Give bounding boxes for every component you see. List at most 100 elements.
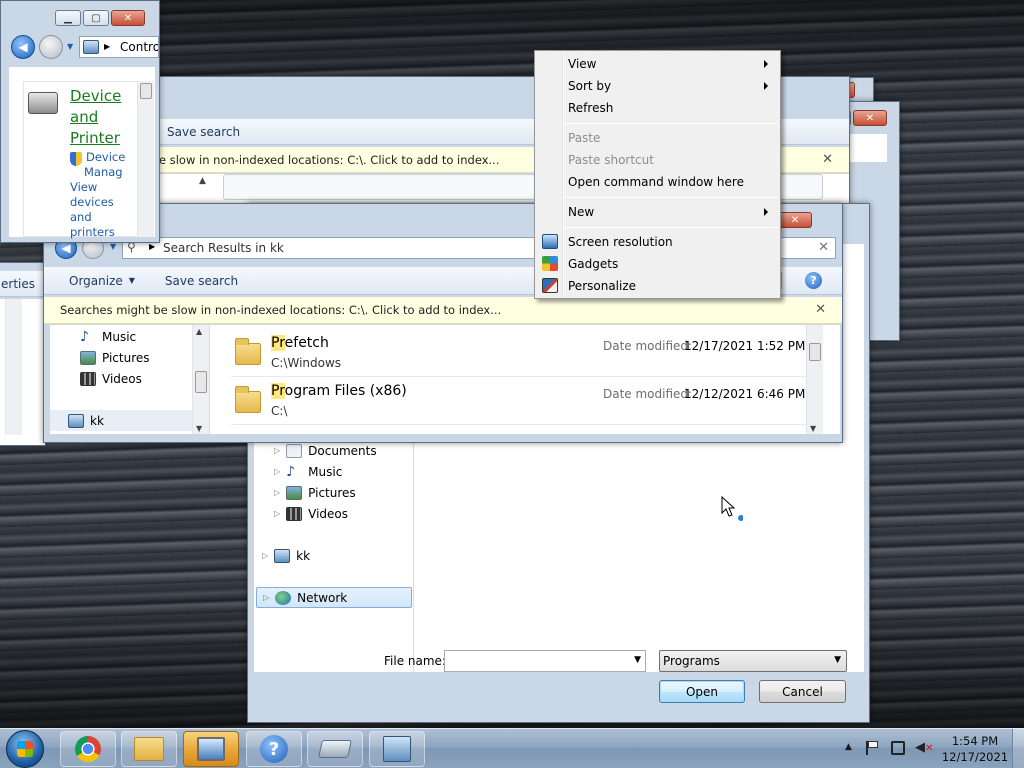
clear-search-icon[interactable]: ✕ (818, 240, 829, 255)
documents-icon (286, 443, 303, 458)
clock[interactable]: 1:54 PM 12/17/2021 (940, 733, 1010, 765)
device-manager-link[interactable]: Device Manag (84, 150, 125, 180)
desktop-context-menu[interactable]: View Sort by Refresh Paste Paste shortcu… (534, 50, 781, 299)
result-item[interactable]: Program Files (x86) C:\ Date modified: 1… (231, 381, 811, 425)
nav-item-pictures[interactable]: ▷ Pictures (274, 482, 356, 503)
scrollbar[interactable] (137, 81, 154, 237)
nav-item-pictures[interactable]: Pictures (80, 347, 150, 368)
results-list[interactable]: Prefetch C:\Windows Date modified: 12/17… (211, 325, 823, 434)
submenu-arrow-icon (764, 60, 768, 68)
close-button[interactable]: ✕ (111, 10, 145, 26)
menu-item-screen-resolution[interactable]: Screen resolution (537, 231, 778, 253)
network-icon (275, 590, 292, 605)
result-name: Prefetch (271, 335, 329, 351)
scroll-up-arrow[interactable]: ▲ (199, 176, 219, 196)
open-button[interactable]: Open (659, 680, 745, 703)
menu-item-paste-shortcut[interactable]: Paste shortcut (537, 149, 778, 171)
infobar-text[interactable]: e slow in non-indexed locations: C:\. Cl… (159, 153, 500, 167)
nav-item-videos[interactable]: Videos (80, 368, 142, 389)
help-icon: ? (260, 735, 288, 763)
result-date: 12/12/2021 6:46 PM (684, 387, 806, 401)
menu-item-sort-by[interactable]: Sort by (537, 75, 778, 97)
menu-separator (565, 123, 778, 124)
save-search-button[interactable]: Save search (165, 274, 238, 288)
nav-item-videos[interactable]: ▷ Videos (274, 503, 348, 524)
menu-item-paste[interactable]: Paste (537, 127, 778, 149)
close-icon[interactable]: ✕ (815, 302, 826, 317)
nav-pane[interactable]: ♪ Music Pictures Videos kk ▲ ▼ (50, 325, 210, 434)
maximize-button[interactable]: ▢ (83, 10, 109, 26)
recent-pages-chevron[interactable]: ▼ (110, 242, 116, 251)
view-devices-link[interactable]: View devices and printers (70, 180, 115, 240)
result-name: Program Files (x86) (271, 383, 407, 399)
menu-item-new[interactable]: New (537, 201, 778, 223)
left-partial-window[interactable]: erties (0, 262, 46, 446)
submenu-arrow-icon (764, 208, 768, 216)
folder-icon (235, 338, 261, 365)
results-scrollbar[interactable]: ▼ (806, 325, 823, 434)
scrollbar[interactable] (5, 299, 22, 435)
device-printers-link[interactable]: Device and Printer (70, 86, 140, 149)
action-center-flag-icon[interactable] (866, 741, 880, 755)
taskbar-help[interactable]: ? (246, 731, 302, 767)
device-item[interactable]: Device and Printer Device Manag View dev… (23, 81, 141, 240)
window-pane (847, 134, 887, 162)
nav-item-computer[interactable]: ▷ kk (262, 545, 310, 566)
power-icon[interactable] (891, 741, 905, 755)
minimize-button[interactable]: ▁ (55, 10, 81, 26)
breadcrumb[interactable]: Contro (120, 40, 158, 54)
cancel-button[interactable]: Cancel (759, 680, 846, 703)
close-icon[interactable]: ✕ (822, 152, 833, 167)
file-name-input[interactable]: ▼ (444, 650, 646, 672)
start-button[interactable] (6, 730, 44, 768)
computer-icon (274, 548, 291, 563)
control-panel-window[interactable]: ▁ ▢ ✕ ◀ ▼ ▶ Contro Device and Printer De… (0, 0, 160, 243)
nav-item-music[interactable]: ▷ ♪ Music (274, 461, 342, 482)
window-pane (0, 299, 45, 445)
show-desktop-button[interactable] (1012, 729, 1024, 768)
taskbar-chrome[interactable] (60, 731, 116, 767)
menu-item-open-command-window[interactable]: Open command window here (537, 171, 778, 193)
properties-button[interactable]: erties (1, 277, 35, 291)
personalize-icon (542, 278, 558, 293)
nav-item-network[interactable]: ▷ Network (256, 587, 412, 608)
windows-logo-icon (17, 741, 33, 757)
submenu-arrow-icon (764, 82, 768, 90)
infobar-text[interactable]: Searches might be slow in non-indexed lo… (60, 303, 501, 317)
show-hidden-icons-button[interactable]: ▲ (845, 742, 852, 752)
recent-pages-chevron[interactable]: ▼ (67, 42, 73, 51)
menu-separator (565, 197, 778, 198)
taskbar-control-panel[interactable] (369, 731, 425, 767)
menu-item-gadgets[interactable]: Gadgets (537, 253, 778, 275)
control-panel-content: Device and Printer Device Manag View dev… (9, 67, 155, 240)
taskbar-explorer[interactable] (121, 731, 177, 767)
forward-button[interactable] (39, 35, 63, 59)
file-type-select[interactable]: Programs ▼ (659, 650, 847, 672)
pictures-icon (286, 485, 303, 500)
result-item[interactable]: Prefetch C:\Windows Date modified: 12/17… (231, 333, 811, 377)
organize-button[interactable]: Organize ▼ (69, 274, 135, 288)
explorer-content: ♪ Music Pictures Videos kk ▲ ▼ Prefetch … (50, 325, 840, 434)
nav-item-computer[interactable]: kk (50, 410, 192, 431)
taskbar-removable-drive[interactable] (307, 731, 363, 767)
help-icon[interactable]: ? (805, 272, 822, 289)
chevron-down-icon[interactable]: ▼ (634, 655, 641, 665)
volume-muted-icon[interactable]: ◀✕ (915, 740, 933, 755)
taskbar[interactable]: ? ▲ ◀✕ 1:54 PM 12/17/2021 (0, 728, 1024, 768)
videos-icon (286, 506, 303, 521)
music-icon: ♪ (80, 328, 89, 345)
menu-item-view[interactable]: View (537, 53, 778, 75)
breadcrumb[interactable]: Search Results in kk (163, 241, 284, 255)
nav-scrollbar[interactable]: ▲ ▼ (192, 325, 209, 434)
close-button[interactable]: ✕ (778, 212, 812, 228)
nav-item-documents[interactable]: ▷ Documents (274, 440, 377, 461)
taskbar-remote-desktop[interactable] (183, 731, 239, 767)
save-search-button[interactable]: Save search (167, 125, 240, 139)
close-button[interactable]: ✕ (853, 110, 887, 126)
nav-item-music[interactable]: ♪ Music (80, 326, 136, 347)
menu-item-refresh[interactable]: Refresh (537, 97, 778, 119)
back-button[interactable]: ◀ (11, 35, 35, 59)
address-bar[interactable]: ▶ Contro (79, 36, 159, 58)
menu-item-personalize[interactable]: Personalize (537, 275, 778, 297)
pictures-icon (80, 350, 96, 365)
